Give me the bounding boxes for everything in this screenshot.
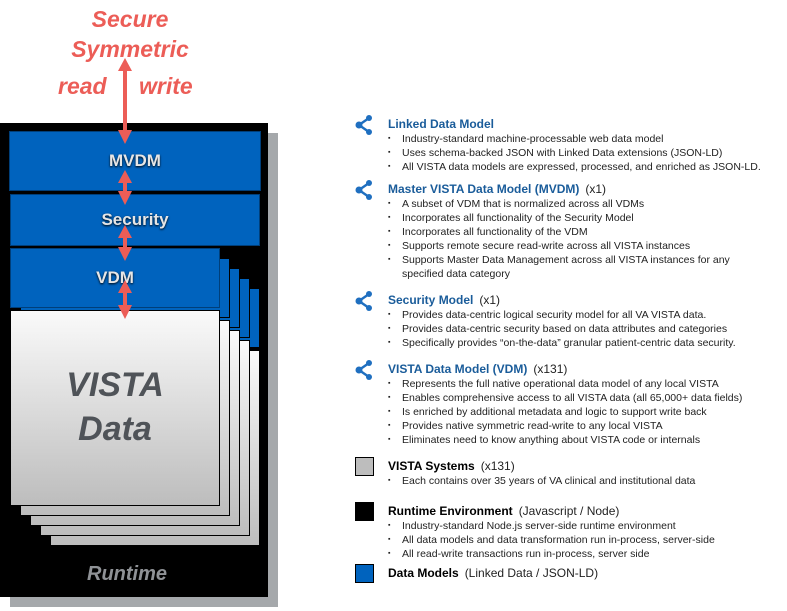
bullet-item: All data models and data transformation … — [388, 533, 715, 547]
bullet-item: Industry-standard Node.js server-side ru… — [388, 519, 715, 533]
bullet-item: Provides data-centric logical security m… — [388, 308, 736, 322]
secure-label: Secure — [91, 6, 169, 32]
bullet-list: Industry-standard Node.js server-side ru… — [355, 519, 715, 561]
share-network-icon — [355, 115, 375, 135]
legend-section: Master VISTA Data Model (MVDM) (x1)A subs… — [355, 180, 772, 281]
legend-section: Security Model(x1)Provides data-centric … — [355, 291, 736, 350]
legend-title-text: VISTA Data Model (VDM) — [388, 362, 528, 376]
black-square-icon — [355, 502, 374, 521]
bullet-list: Represents the full native operational d… — [355, 377, 742, 447]
legend-title-text: Runtime Environment — [388, 504, 513, 518]
bullet-item: Industry-standard machine-processable we… — [388, 132, 761, 146]
bullet-item: Is enriched by additional metadata and l… — [388, 405, 742, 419]
legend-suffix: (x131) — [480, 459, 515, 473]
bullet-item: Eliminates need to know anything about V… — [388, 433, 742, 447]
legend-title: Runtime Environment (Javascript / Node) — [388, 504, 715, 519]
bullet-item: Incorporates all functionality of the Se… — [388, 211, 772, 225]
bullet-item: Supports Master Data Management across a… — [388, 253, 772, 281]
legend-title: Linked Data Model — [388, 117, 761, 132]
legend-section: Data Models (Linked Data / JSON-LD) — [355, 564, 598, 583]
legend-title: VISTA Data Model (VDM) (x131) — [388, 362, 742, 377]
write-label: write — [139, 73, 193, 99]
bullet-item: Incorporates all functionality of the VD… — [388, 225, 772, 239]
legend-title-text: Linked Data Model — [388, 117, 495, 131]
share-network-icon — [355, 360, 375, 380]
legend-suffix: (x131) — [533, 362, 568, 376]
bullet-item: All VISTA data models are expressed, pro… — [388, 160, 761, 174]
read-write-arrows — [118, 58, 132, 319]
legend-title: Security Model (x1) — [388, 293, 736, 308]
legend-suffix: (x1) — [479, 293, 501, 307]
legend-title: Data Models (Linked Data / JSON-LD) — [388, 566, 598, 581]
bullet-item: A subset of VDM that is normalized acros… — [388, 197, 772, 211]
vista-data-box: VISTA Data — [10, 310, 220, 506]
legend-section: Runtime Environment (Javascript / Node)In… — [355, 502, 715, 561]
bullet-item: Represents the full native operational d… — [388, 377, 742, 391]
legend-suffix: (x1) — [585, 182, 607, 196]
blue-square-icon — [355, 564, 374, 583]
bullet-item: Provides native symmetric read-write to … — [388, 419, 742, 433]
bullet-item: Enables comprehensive access to all VIST… — [388, 391, 742, 405]
legend-section: Linked Data ModelIndustry-standard machi… — [355, 115, 761, 174]
double-arrow-icon — [118, 280, 132, 319]
bullet-item: Uses schema-backed JSON with Linked Data… — [388, 146, 761, 160]
double-arrow-icon — [118, 170, 132, 205]
legend-title-text: Data Models — [388, 566, 459, 580]
legend-title-text: Security Model — [388, 293, 474, 307]
legend-title: Master VISTA Data Model (MVDM) (x1) — [388, 182, 772, 197]
legend-title: VISTA Systems (x131) — [388, 459, 695, 474]
legend-section: VISTA Data Model (VDM) (x131)Represents t… — [355, 360, 742, 447]
legend-suffix: (Linked Data / JSON-LD) — [464, 566, 599, 580]
bullet-item: Each contains over 35 years of VA clinic… — [388, 474, 695, 488]
read-label: read — [58, 73, 107, 99]
bullet-list: Industry-standard machine-processable we… — [355, 132, 761, 174]
bullet-item: All read-write transactions run in-proce… — [388, 547, 715, 561]
bullet-item: Provides data-centric security based on … — [388, 322, 736, 336]
legend-suffix: (Javascript / Node) — [518, 504, 620, 518]
bullet-list: Each contains over 35 years of VA clinic… — [355, 474, 695, 488]
share-network-icon — [355, 291, 375, 311]
share-network-icon — [355, 180, 375, 200]
data-label: Data — [78, 410, 152, 448]
double-arrow-icon — [118, 58, 132, 144]
bullet-item: Supports remote secure read-write across… — [388, 239, 772, 253]
double-arrow-icon — [118, 225, 132, 261]
vista-label: VISTA — [66, 366, 164, 404]
bullet-item: Specifically provides “on-the-data” gran… — [388, 336, 736, 350]
bullet-list: Provides data-centric logical security m… — [355, 308, 736, 350]
bullet-list: A subset of VDM that is normalized acros… — [355, 197, 772, 281]
legend-title-text: Master VISTA Data Model (MVDM) — [388, 182, 580, 196]
legend-title-text: VISTA Systems — [388, 459, 475, 473]
gray-square-icon — [355, 457, 374, 476]
legend-section: VISTA Systems (x131)Each contains over 35… — [355, 457, 695, 488]
runtime-label: Runtime — [87, 563, 167, 585]
